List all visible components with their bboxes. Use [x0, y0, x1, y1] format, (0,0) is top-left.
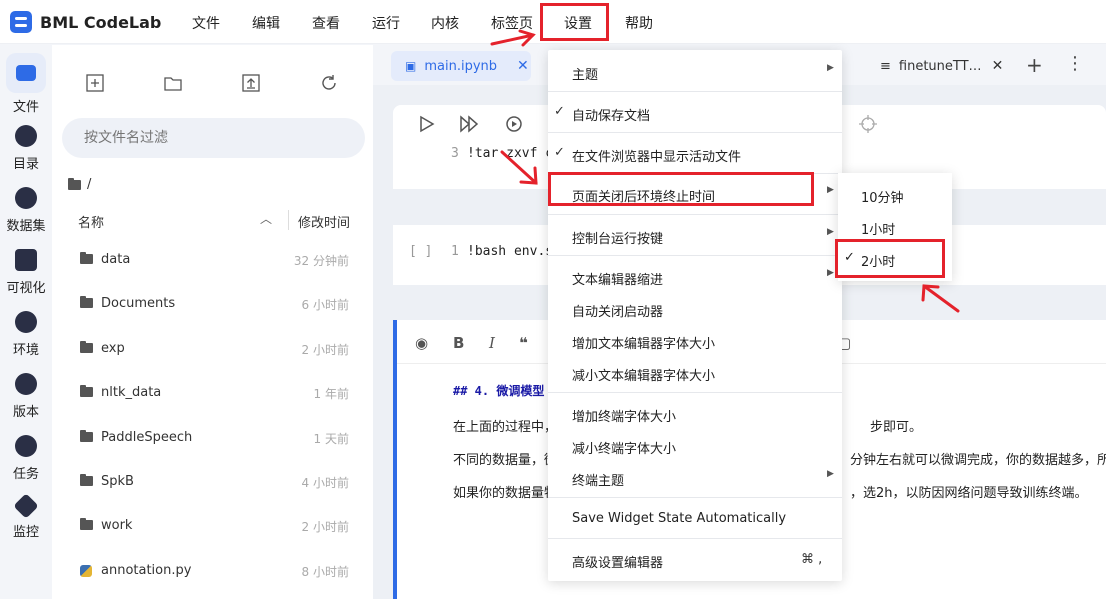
- annotation-arrows: [490, 29, 960, 313]
- arrow-to-timeout-icon: [500, 150, 538, 185]
- arrow-to-2h-icon: [922, 284, 960, 313]
